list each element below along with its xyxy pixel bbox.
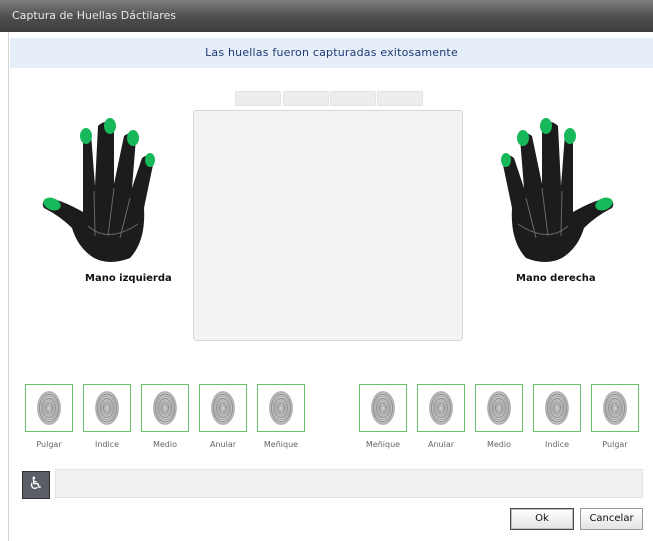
right-hand-label: Mano derecha: [516, 273, 596, 284]
fingerprint-label: Pulgar: [36, 440, 62, 449]
fingerprint-slot-right-2[interactable]: [417, 384, 465, 432]
fingerprint-slot-left-4[interactable]: [199, 384, 247, 432]
left-menique-marker[interactable]: [145, 153, 155, 167]
fingerprint-label: Indice: [544, 440, 570, 449]
accessibility-button[interactable]: ♿: [22, 471, 50, 499]
fingerprint-slot-right-3[interactable]: [475, 384, 523, 432]
title-bar: Captura de Huellas Dáctilares: [0, 0, 653, 32]
fingerprint-slot-left-3[interactable]: [141, 384, 189, 432]
right-indice-marker[interactable]: [564, 128, 576, 144]
ok-button[interactable]: Ok: [510, 508, 574, 530]
window-left-edge: [0, 32, 9, 541]
fingerprint-slot-right-4[interactable]: [533, 384, 581, 432]
capture-tab-1[interactable]: [235, 91, 281, 106]
fingerprint-label: Anular: [209, 440, 237, 449]
fingerprint-image: [37, 391, 61, 425]
cancel-button[interactable]: Cancelar: [580, 508, 643, 530]
fingerprint-image: [211, 391, 235, 425]
right-anular-marker[interactable]: [517, 130, 529, 146]
left-hand: [42, 118, 155, 262]
fingerprint-label: Medio: [486, 440, 512, 449]
fingerprint-label: Medio: [152, 440, 178, 449]
fingerprint-image: [371, 391, 395, 425]
fingerprint-slot-left-2[interactable]: [83, 384, 131, 432]
fingerprint-label: Meñique: [263, 440, 299, 449]
left-anular-marker[interactable]: [127, 130, 139, 146]
fingerprint-capture-area: [193, 110, 463, 341]
fingerprint-label: Indice: [94, 440, 120, 449]
capture-tab-3[interactable]: [330, 91, 376, 106]
status-bar: [55, 469, 643, 498]
fingerprint-image: [487, 391, 511, 425]
wheelchair-icon: ♿: [28, 474, 44, 494]
fingerprint-slot-right-1[interactable]: [359, 384, 407, 432]
fingerprint-label: Anular: [427, 440, 455, 449]
fingerprint-image: [603, 391, 627, 425]
fingerprint-image: [95, 391, 119, 425]
right-hand: [501, 118, 614, 262]
fingerprint-slot-right-5[interactable]: [591, 384, 639, 432]
capture-tab-2[interactable]: [283, 91, 329, 106]
fingerprint-label: Pulgar: [602, 440, 628, 449]
right-menique-marker[interactable]: [501, 153, 511, 167]
fingerprint-label: Meñique: [365, 440, 401, 449]
left-indice-marker[interactable]: [80, 128, 92, 144]
status-banner: Las huellas fueron capturadas exitosamen…: [10, 38, 653, 68]
fingerprint-image: [545, 391, 569, 425]
fingerprint-image: [269, 391, 293, 425]
fingerprint-image: [153, 391, 177, 425]
fingerprint-image: [429, 391, 453, 425]
capture-tab-4[interactable]: [377, 91, 423, 106]
fingerprint-slot-left-1[interactable]: [25, 384, 73, 432]
status-message: Las huellas fueron capturadas exitosamen…: [205, 46, 458, 59]
left-hand-label: Mano izquierda: [85, 273, 172, 284]
right-medio-marker[interactable]: [540, 118, 552, 134]
left-medio-marker[interactable]: [104, 118, 116, 134]
fingerprint-slot-left-5[interactable]: [257, 384, 305, 432]
window-title: Captura de Huellas Dáctilares: [12, 9, 176, 22]
